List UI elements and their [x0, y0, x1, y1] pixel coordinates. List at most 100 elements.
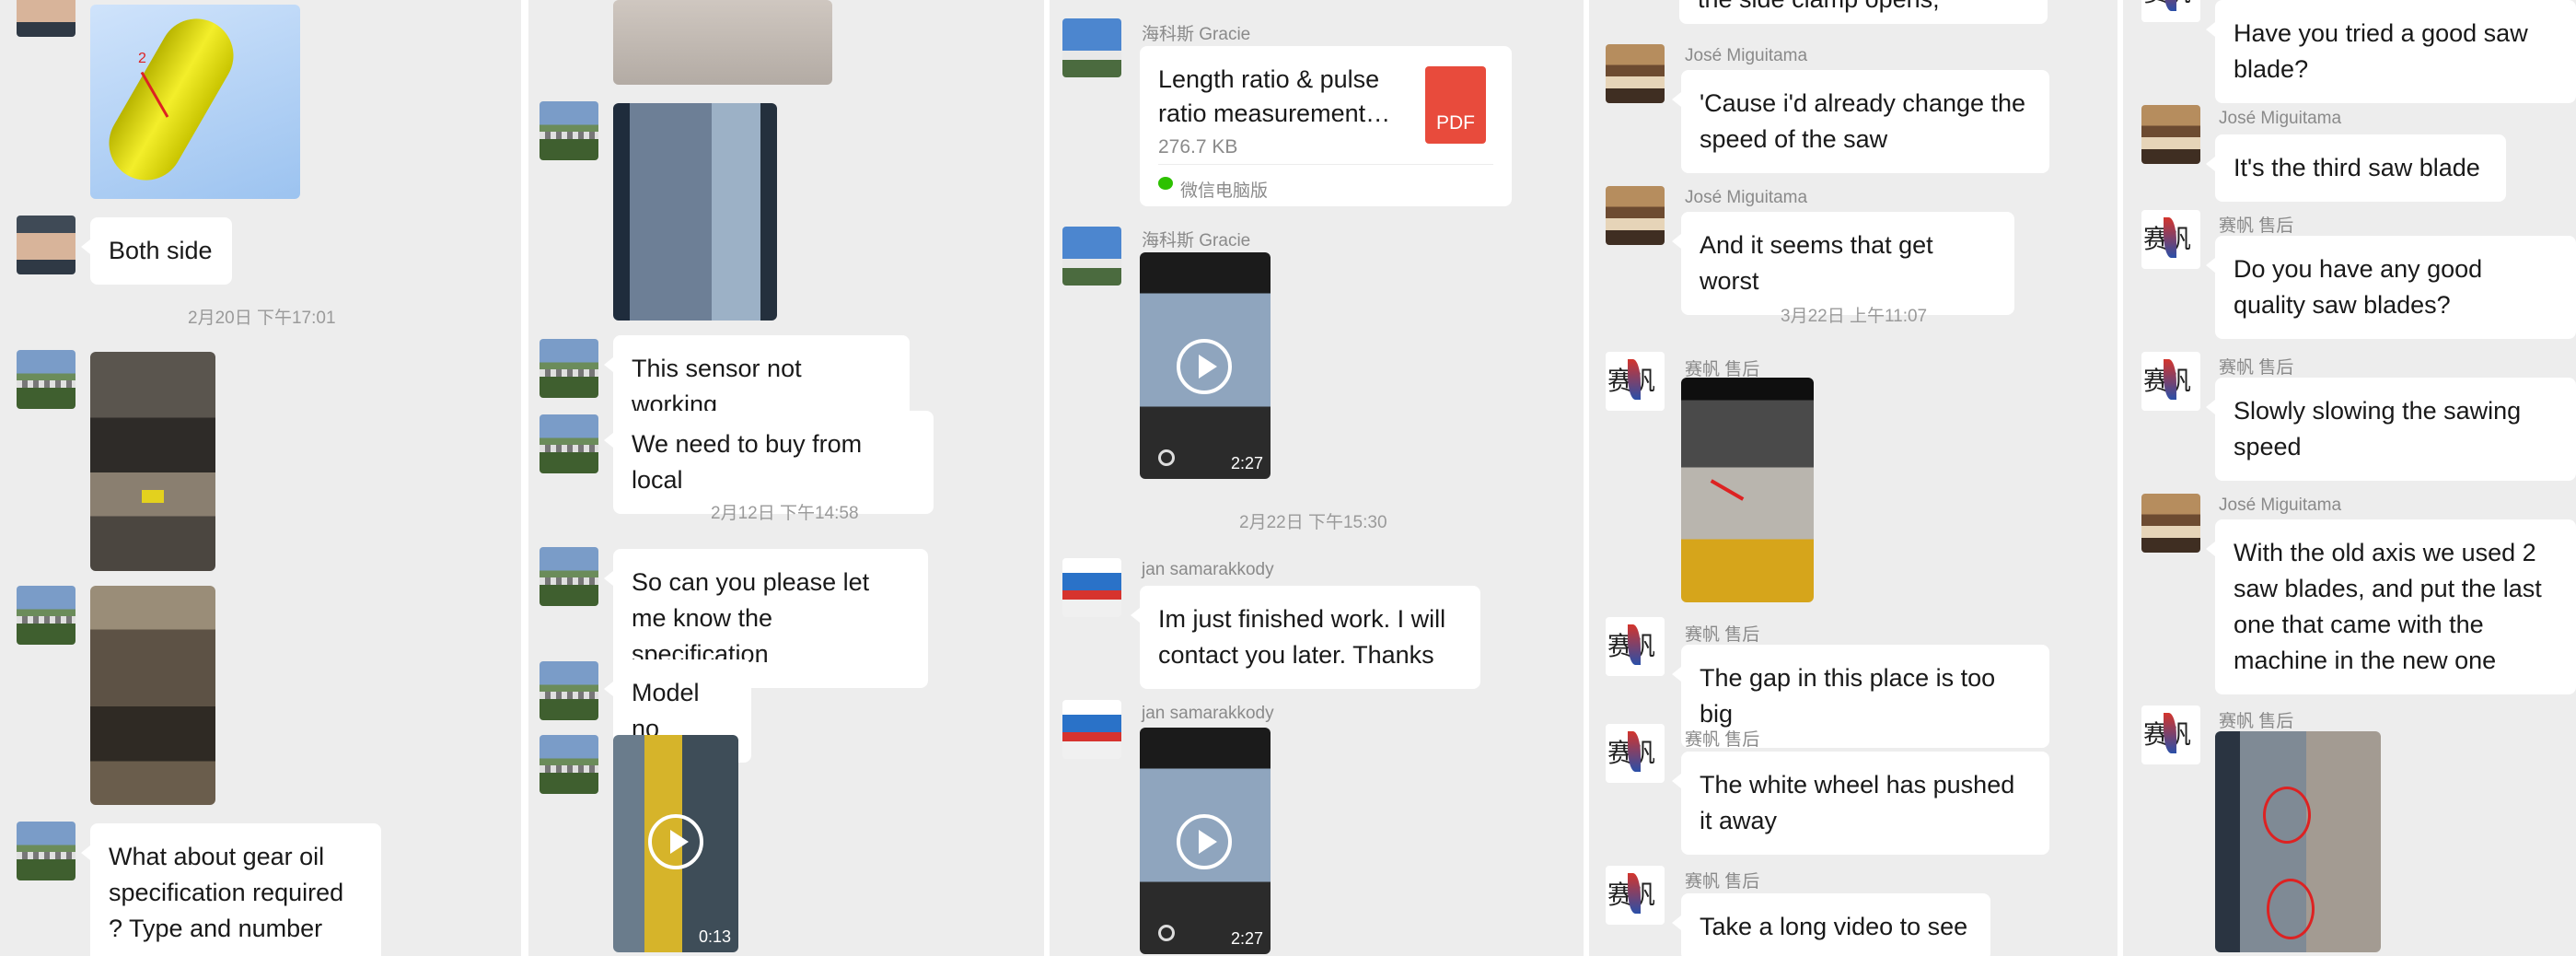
message-bubble[interactable]: 'Cause i'd already change the speed of t… [1672, 70, 2049, 173]
message-bubble[interactable]: Im just finished work. I will contact yo… [1131, 586, 1480, 689]
avatar[interactable]: 赛帆 [1606, 866, 1665, 925]
avatar[interactable] [540, 547, 598, 606]
avatar[interactable] [17, 822, 75, 880]
sender-name: José Miguitama [1685, 46, 1808, 65]
avatar[interactable] [1062, 227, 1121, 286]
avatar[interactable] [1606, 186, 1665, 245]
message-bubble[interactable]: What about gear oil specification requir… [81, 823, 381, 956]
file-source: 微信电脑版 [1180, 181, 1269, 201]
image-message-saw[interactable] [2215, 731, 2381, 952]
part-label: 2 [138, 51, 146, 66]
video-message[interactable]: 2:27 [1140, 728, 1271, 954]
avatar[interactable] [17, 216, 75, 274]
chat-panel-3[interactable]: 海科斯 Gracie Length ratio & pulse ratio me… [1050, 0, 1584, 956]
message-bubble[interactable]: Do you have any good quality saw blades? [2206, 236, 2576, 339]
play-icon[interactable] [648, 814, 703, 869]
image-message-gearbox[interactable] [90, 586, 215, 805]
message-bubble[interactable]: Slowly slowing the sawing speed [2206, 378, 2576, 481]
avatar-glyph: 赛帆 [1607, 366, 1655, 396]
message-text: Slowly slowing the sawing speed [2234, 397, 2522, 461]
sender-name: 赛帆 售后 [1685, 872, 1760, 892]
pdf-badge: PDF [1436, 112, 1475, 134]
avatar[interactable] [1062, 558, 1121, 617]
message-text: the side clamp opens, [1698, 0, 1940, 13]
message-text: And it seems that get worst [1700, 231, 1933, 295]
avatar[interactable] [540, 339, 598, 398]
image-message-part-diagram[interactable]: 2 [90, 5, 300, 199]
message-text: So can you please let me know the specif… [632, 568, 870, 668]
yellow-label-detail [142, 490, 164, 503]
message-text: Both side [109, 237, 213, 264]
avatar[interactable] [540, 661, 598, 720]
video-message[interactable]: 2:27 [1140, 252, 1271, 479]
avatar[interactable]: 赛帆 [1606, 617, 1665, 676]
message-text: What about gear oil specification requir… [109, 843, 344, 942]
sender-name: 赛帆 售后 [2219, 216, 2294, 236]
sender-name: 海科斯 Gracie [1142, 231, 1251, 251]
image-message-sensor[interactable] [613, 103, 777, 321]
wechat-icon [1158, 177, 1173, 190]
message-bubble[interactable]: The white wheel has pushed it away [1672, 752, 2049, 855]
message-bubble[interactable]: And it seems that get worst [1672, 212, 2014, 315]
timestamp: 2月20日 下午17:01 [188, 309, 336, 328]
sender-name: 赛帆 售后 [2219, 712, 2294, 731]
avatar[interactable] [1606, 44, 1665, 103]
avatar-glyph: 赛帆 [1607, 880, 1655, 910]
red-arrow-icon [1710, 479, 1745, 501]
avatar[interactable] [2141, 105, 2200, 164]
chat-panel-1[interactable]: 2 Both side 2月20日 下午17:01 What about gea… [0, 0, 521, 956]
chat-panel-2[interactable]: This sensor not working We need to buy f… [528, 0, 1044, 956]
message-text: Im just finished work. I will contact yo… [1158, 605, 1446, 669]
avatar[interactable] [17, 586, 75, 645]
sender-name: 赛帆 售后 [1685, 360, 1760, 379]
sender-name: jan samarakkody [1142, 704, 1274, 723]
message-text: With the old axis we used 2 saw blades, … [2234, 539, 2542, 674]
avatar[interactable] [1062, 18, 1121, 77]
video-duration: 2:27 [1230, 929, 1263, 948]
avatar[interactable] [17, 350, 75, 409]
sender-name: jan samarakkody [1142, 560, 1274, 579]
image-message-machine[interactable] [90, 352, 215, 571]
avatar[interactable] [2141, 494, 2200, 553]
timestamp: 3月22日 上午11:07 [1781, 307, 1928, 326]
play-icon[interactable] [1177, 814, 1232, 869]
avatar[interactable]: 赛帆 [1606, 352, 1665, 411]
avatar[interactable] [540, 735, 598, 794]
avatar[interactable]: 赛帆 [2141, 352, 2200, 411]
record-icon [1158, 449, 1175, 466]
file-message-card[interactable]: Length ratio & pulse ratio measurement… … [1140, 46, 1512, 206]
sender-name: 赛帆 售后 [1685, 730, 1760, 750]
image-message-partial[interactable] [613, 0, 832, 85]
message-bubble[interactable]: Take a long video to see [1672, 893, 1990, 956]
message-bubble[interactable]: Have you tried a good saw blade? [2206, 0, 2576, 103]
message-bubble[interactable]: With the old axis we used 2 saw blades, … [2206, 519, 2576, 694]
message-bubble[interactable]: It's the third saw blade [2206, 134, 2506, 202]
video-message[interactable]: 0:13 [613, 735, 738, 952]
avatar[interactable] [540, 414, 598, 473]
message-bubble[interactable]: Both side [81, 217, 232, 285]
avatar-glyph: 赛帆 [2143, 366, 2191, 396]
avatar[interactable]: 赛帆 [2141, 705, 2200, 764]
file-size: 276.7 KB [1158, 136, 1238, 157]
chat-panel-5[interactable]: 赛帆 Have you tried a good saw blade? José… [2123, 0, 2576, 956]
message-text: This sensor not working [632, 355, 802, 418]
avatar[interactable]: 赛帆 [2141, 210, 2200, 269]
avatar[interactable] [540, 101, 598, 160]
sender-name: 海科斯 Gracie [1142, 25, 1251, 44]
message-text: We need to buy from local [632, 430, 863, 494]
video-duration: 2:27 [1230, 454, 1263, 472]
message-bubble[interactable]: the side clamp opens, [1679, 0, 2048, 24]
yellow-part-shape [95, 5, 248, 194]
play-icon[interactable] [1177, 339, 1232, 394]
sender-name: José Miguitama [2219, 495, 2342, 515]
column-divider [521, 0, 528, 956]
avatar[interactable]: 赛帆 [2141, 0, 2200, 22]
chat-panel-4[interactable]: the side clamp opens, José Miguitama 'Ca… [1589, 0, 2118, 956]
timestamp: 2月22日 下午15:30 [1239, 513, 1387, 532]
image-message-clamp[interactable] [1681, 378, 1814, 602]
avatar[interactable] [1062, 700, 1121, 759]
avatar[interactable]: 赛帆 [1606, 724, 1665, 783]
sender-name: José Miguitama [1685, 188, 1808, 207]
message-text: 'Cause i'd already change the speed of t… [1700, 89, 2026, 153]
avatar[interactable] [17, 0, 75, 37]
